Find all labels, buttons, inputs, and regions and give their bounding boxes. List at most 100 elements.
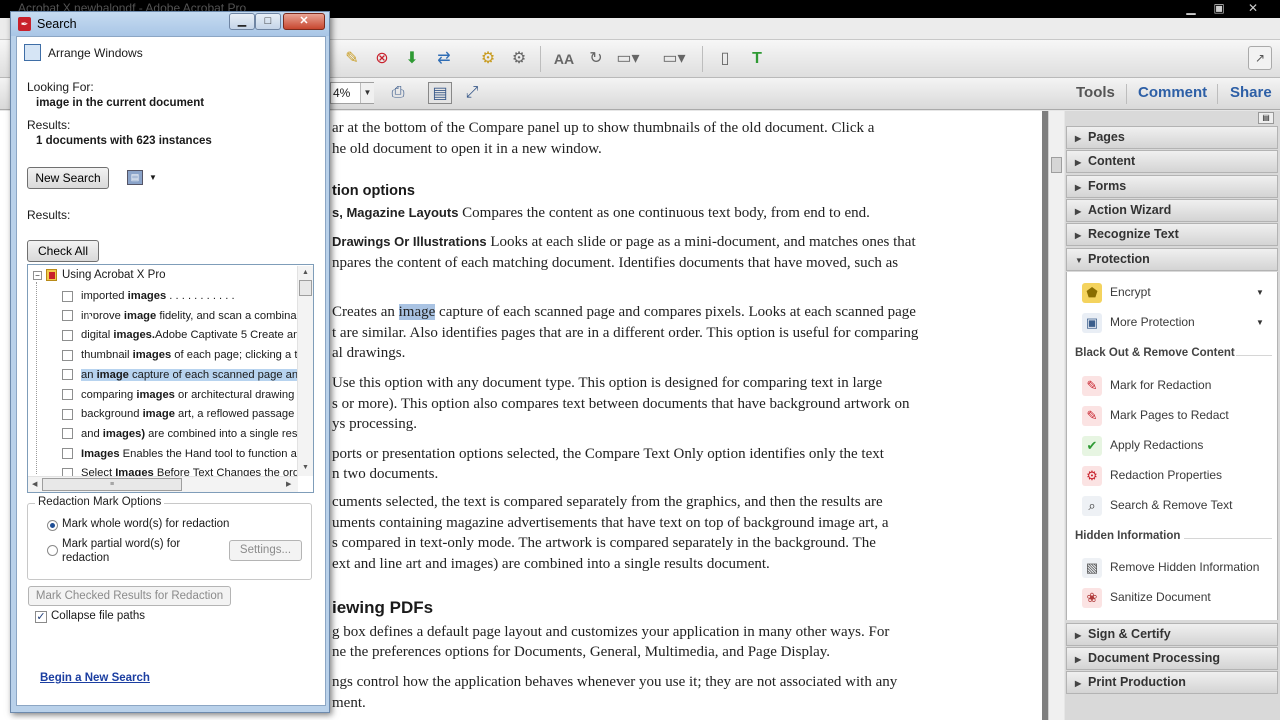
- remove-hidden-item[interactable]: ▧ Remove Hidden Information: [1082, 556, 1259, 578]
- section-sign-certify[interactable]: ▶ Sign & Certify: [1066, 623, 1278, 646]
- radio-whole-word-label[interactable]: Mark whole word(s) for redaction: [62, 518, 229, 530]
- result-text[interactable]: and images) are combined into a single r…: [81, 428, 297, 440]
- result-text[interactable]: imported images . . . . . . . . . . .: [81, 290, 235, 302]
- form-icon[interactable]: ▭▾: [616, 48, 640, 70]
- mark-pages-item[interactable]: ✎ Mark Pages to Redact: [1082, 404, 1229, 426]
- result-checkbox[interactable]: [62, 369, 73, 381]
- scroll-left-icon[interactable]: ◀: [32, 480, 37, 488]
- result-text[interactable]: an image capture of each scanned page an…: [81, 368, 297, 381]
- scrollbar-thumb[interactable]: ≡: [42, 478, 182, 491]
- result-row[interactable]: an image capture of each scanned page an…: [29, 366, 297, 384]
- result-text[interactable]: thumbnail images of each page; clicking …: [81, 349, 297, 361]
- arrange-windows-link[interactable]: Arrange Windows: [48, 46, 143, 60]
- search-close-button[interactable]: ✕: [283, 13, 325, 30]
- new-search-button[interactable]: New Search: [27, 167, 109, 189]
- search-minimize-button[interactable]: ▁: [229, 13, 255, 30]
- radio-whole-word[interactable]: [47, 520, 58, 531]
- page-icon[interactable]: ▯: [713, 48, 737, 70]
- search-remove-item[interactable]: ⌕ Search & Remove Text: [1082, 494, 1233, 516]
- minimize-button[interactable]: ▁: [1178, 1, 1204, 16]
- result-text[interactable]: Images Enables the Hand tool to function…: [81, 448, 297, 460]
- results-horizontal-scrollbar[interactable]: ◀ ≡ ▶: [28, 476, 298, 492]
- dropdown-arrow-icon[interactable]: ▼: [1256, 288, 1264, 297]
- result-checkbox[interactable]: [62, 389, 73, 401]
- more-protection-item[interactable]: ▣ More Protection: [1082, 311, 1195, 333]
- section-pages[interactable]: ▶ Pages: [1066, 126, 1278, 149]
- section-action-wizard[interactable]: ▶ Action Wizard: [1066, 199, 1278, 222]
- dropdown-arrow-icon[interactable]: ▼: [1256, 318, 1264, 327]
- maximize-button[interactable]: ▣: [1206, 1, 1232, 16]
- delete-page-icon[interactable]: ⊗: [370, 48, 394, 70]
- tab-tools[interactable]: Tools: [1076, 84, 1115, 101]
- extract-page-icon[interactable]: ⇄: [432, 48, 456, 70]
- result-row[interactable]: thumbnail images of each page; clicking …: [29, 346, 297, 364]
- mark-checked-results-button[interactable]: Mark Checked Results for Redaction: [28, 586, 231, 606]
- result-row[interactable]: Images Enables the Hand tool to function…: [29, 445, 297, 463]
- close-button[interactable]: ✕: [1240, 1, 1266, 16]
- expand-icon[interactable]: ↗: [1248, 46, 1272, 70]
- result-row[interactable]: background image art, a reflowed passage…: [29, 405, 297, 423]
- tab-comment[interactable]: Comment: [1138, 84, 1207, 101]
- zoom-dropdown-icon[interactable]: ▼: [360, 83, 374, 103]
- section-content[interactable]: ▶ Content: [1066, 150, 1278, 173]
- encrypt-item[interactable]: ⬟ Encrypt: [1082, 281, 1151, 303]
- scroll-right-icon[interactable]: ▶: [286, 480, 291, 488]
- begin-new-search-link[interactable]: Begin a New Search: [40, 672, 150, 684]
- fit-width-icon[interactable]: ⤢: [460, 82, 484, 104]
- scroll-down-icon[interactable]: ▼: [302, 464, 309, 471]
- scrollbar-thumb[interactable]: [1051, 157, 1062, 173]
- mark-redaction-item[interactable]: ✎ Mark for Redaction: [1082, 374, 1211, 396]
- fit-page-icon[interactable]: ▤: [428, 82, 452, 104]
- settings-button[interactable]: Settings...: [229, 540, 302, 561]
- search-titlebar[interactable]: ✒ Search ▁ □ ✕: [11, 12, 329, 36]
- tab-share[interactable]: Share: [1230, 84, 1272, 101]
- result-text[interactable]: improve image fidelity, and scan a combi…: [81, 310, 297, 322]
- section-document-processing[interactable]: ▶ Document Processing: [1066, 647, 1278, 670]
- results-vertical-scrollbar[interactable]: ▲ ▼: [297, 266, 313, 476]
- result-checkbox[interactable]: [62, 408, 73, 420]
- check-all-button[interactable]: Check All: [27, 240, 99, 262]
- pane-options-icon[interactable]: ▤: [1258, 112, 1274, 124]
- replace-page-icon[interactable]: ⚙: [476, 48, 500, 70]
- text-icon[interactable]: T: [745, 48, 769, 70]
- layout-icon[interactable]: ▭▾: [662, 48, 686, 70]
- result-row[interactable]: imported images . . . . . . . . . . .: [29, 287, 297, 305]
- section-forms[interactable]: ▶ Forms: [1066, 175, 1278, 198]
- section-protection[interactable]: ▼ Protection: [1066, 248, 1278, 271]
- redaction-properties-item[interactable]: ⚙ Redaction Properties: [1082, 464, 1222, 486]
- result-row[interactable]: comparing images or architectural drawin…: [29, 386, 297, 404]
- scrollbar-thumb[interactable]: [299, 280, 312, 296]
- radio-partial-word-label-2[interactable]: redaction: [62, 552, 109, 564]
- rotate-icon[interactable]: ↻: [584, 48, 608, 70]
- radio-partial-word[interactable]: [47, 545, 58, 556]
- save-dropdown-icon[interactable]: ▼: [149, 173, 157, 182]
- result-checkbox[interactable]: [62, 290, 73, 302]
- result-text[interactable]: digital images.Adobe Captivate 5 Create …: [81, 329, 297, 341]
- collapse-paths-label[interactable]: Collapse file paths: [51, 610, 145, 622]
- result-checkbox[interactable]: [62, 349, 73, 361]
- document-scrollbar[interactable]: [1048, 111, 1064, 720]
- tree-root[interactable]: − Using Acrobat X Pro: [33, 269, 166, 281]
- result-checkbox[interactable]: [62, 329, 73, 341]
- arrange-windows-icon[interactable]: [24, 44, 41, 61]
- result-checkbox[interactable]: [62, 448, 73, 460]
- result-row[interactable]: digital images.Adobe Captivate 5 Create …: [29, 326, 297, 344]
- radio-partial-word-label[interactable]: Mark partial word(s) for: [62, 538, 180, 550]
- result-row[interactable]: and images) are combined into a single r…: [29, 425, 297, 443]
- result-text[interactable]: comparing images or architectural drawin…: [81, 389, 294, 401]
- section-print-production[interactable]: ▶ Print Production: [1066, 671, 1278, 694]
- section-recognize-text[interactable]: ▶ Recognize Text: [1066, 223, 1278, 246]
- edit-icon[interactable]: ✎: [340, 48, 364, 70]
- settings-icon[interactable]: ⚙: [507, 48, 531, 70]
- collapse-paths-checkbox[interactable]: ✓: [35, 611, 47, 623]
- result-checkbox[interactable]: [62, 428, 73, 440]
- result-row[interactable]: improve image fidelity, and scan a combi…: [29, 307, 297, 325]
- scroll-up-icon[interactable]: ▲: [302, 269, 309, 276]
- collapse-icon[interactable]: −: [33, 270, 42, 280]
- print-icon[interactable]: ⎙: [386, 82, 410, 104]
- insert-page-icon[interactable]: ⬇: [400, 48, 424, 70]
- typeface-icon[interactable]: AA: [552, 48, 576, 70]
- sanitize-item[interactable]: ❀ Sanitize Document: [1082, 586, 1211, 608]
- search-maximize-button[interactable]: □: [255, 13, 281, 30]
- apply-redactions-item[interactable]: ✔ Apply Redactions: [1082, 434, 1203, 456]
